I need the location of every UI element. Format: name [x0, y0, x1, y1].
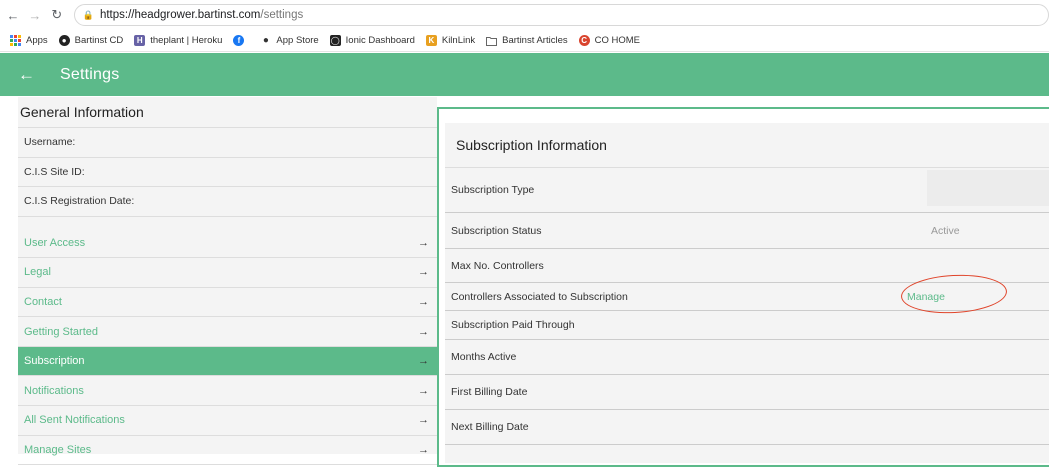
forward-icon[interactable]: →	[26, 6, 44, 24]
sidebar-item-label: User Access	[24, 236, 86, 249]
bookmark-label: Ionic Dashboard	[345, 35, 415, 46]
arrow-right-icon: →	[418, 266, 429, 279]
bookmarks-bar: Apps ● Bartinst CD H theplant | Heroku f…	[0, 30, 1049, 52]
sidebar-item-all-sent-notifications[interactable]: All Sent Notifications →	[18, 406, 437, 436]
sidebar-item-legal[interactable]: Legal →	[18, 258, 437, 288]
bookmark-label: Apps	[26, 35, 48, 46]
bookmark-kilnlink[interactable]: K KilnLink	[425, 35, 476, 46]
bookmark-label: theplant | Heroku	[150, 35, 223, 46]
first-billing-label: First Billing Date	[451, 386, 528, 398]
bookmark-heroku[interactable]: H theplant | Heroku	[134, 35, 222, 46]
sidebar-item-getting-started[interactable]: Getting Started →	[18, 317, 437, 347]
lock-icon: 🔒	[82, 9, 94, 20]
max-controllers-label: Max No. Controllers	[451, 259, 544, 272]
paid-through-row: Subscription Paid Through	[445, 311, 1049, 340]
sidebar-item-subscription[interactable]: Subscription →	[18, 346, 437, 377]
arrow-right-icon: →	[418, 384, 429, 397]
folder-icon	[486, 35, 498, 46]
controllers-associated-label: Controllers Associated to Subscription	[451, 290, 628, 303]
subscription-type-label: Subscription Type	[451, 184, 535, 196]
nav-gap	[18, 217, 437, 229]
kilnlink-icon: K	[425, 35, 437, 46]
username-field: Username:	[18, 128, 437, 158]
arrow-right-icon: →	[418, 295, 429, 308]
bookmark-bartinst-articles[interactable]: Bartinst Articles	[486, 35, 568, 46]
facebook-icon: f	[233, 35, 245, 46]
sidebar-item-label: Subscription	[24, 355, 85, 368]
reload-icon[interactable]: ↻	[48, 6, 66, 24]
co-home-icon: C	[578, 35, 590, 46]
general-information-title: General Information	[18, 97, 437, 128]
sidebar-item-notifications[interactable]: Notifications →	[18, 376, 437, 407]
subscription-information-title: Subscription Information	[445, 123, 1049, 168]
months-active-row: Months Active	[445, 340, 1049, 375]
sidebar-item-label: Notifications	[24, 384, 84, 397]
bartinst-logo-icon: ●	[58, 35, 70, 46]
next-billing-row: Next Billing Date	[445, 410, 1049, 445]
back-icon[interactable]: ←	[4, 6, 22, 24]
bookmark-apps[interactable]: Apps	[10, 35, 48, 46]
page-title: Settings	[60, 65, 120, 83]
bookmark-label: Bartinst Articles	[502, 35, 568, 46]
bookmark-label: CO HOME	[594, 35, 640, 46]
bookmark-label: Bartinst CD	[74, 35, 124, 46]
controllers-associated-row: Controllers Associated to Subscription M…	[445, 272, 1049, 316]
sidebar-item-label: Manage Sites	[24, 443, 92, 456]
cis-registration-date-field: C.I.S Registration Date:	[18, 187, 437, 217]
next-billing-label: Next Billing Date	[451, 421, 529, 433]
heroku-icon: H	[134, 35, 146, 46]
sidebar-item-label: Getting Started	[24, 325, 98, 338]
subscription-card: Subscription Information Subscription Ty…	[445, 123, 1049, 463]
subscription-type-select[interactable]	[927, 170, 1049, 206]
bookmark-facebook[interactable]: f	[233, 35, 249, 46]
bookmark-label: App Store	[276, 35, 319, 46]
bookmark-ionic[interactable]: ◯ Ionic Dashboard	[329, 35, 415, 46]
ionic-icon: ◯	[329, 35, 341, 46]
address-bar[interactable]: 🔒 https://headgrower.bartinst.com/settin…	[73, 4, 1049, 26]
bookmark-bartinst-cd[interactable]: ● Bartinst CD	[58, 35, 124, 46]
url-path: /settings	[260, 9, 304, 21]
arrow-right-icon: →	[418, 236, 429, 249]
subscription-status-value: Active	[931, 224, 960, 237]
subscription-status-label: Subscription Status	[451, 224, 542, 237]
subscription-type-row: Subscription Type	[445, 168, 1049, 213]
subscription-panel: Subscription Information Subscription Ty…	[437, 107, 1049, 467]
sidebar-item-manage-sites[interactable]: Manage Sites →	[18, 436, 437, 466]
first-billing-row: First Billing Date	[445, 375, 1049, 410]
cis-site-id-field: C.I.S Site ID:	[18, 158, 437, 187]
sidebar-item-label: Legal	[24, 266, 51, 279]
apple-icon: ●	[262, 35, 269, 46]
apps-grid-icon	[10, 35, 21, 46]
app-header: ← Settings	[0, 53, 1049, 96]
arrow-right-icon: →	[418, 325, 429, 338]
sidebar-item-user-access[interactable]: User Access →	[18, 229, 437, 259]
arrow-right-icon: →	[418, 443, 429, 456]
browser-toolbar: ← → ↻ 🔒 https://headgrower.bartinst.com /…	[0, 0, 1049, 30]
paid-through-label: Subscription Paid Through	[451, 319, 575, 331]
sidebar-item-label: Contact	[24, 295, 62, 308]
arrow-right-icon: →	[418, 414, 429, 427]
arrow-right-icon: →	[418, 355, 429, 368]
bookmark-label: KilnLink	[441, 35, 476, 46]
sidebar-item-label: All Sent Notifications	[24, 414, 125, 427]
bookmark-app-store[interactable]: ● App Store	[260, 35, 319, 46]
sidebar-item-contact[interactable]: Contact →	[18, 288, 437, 318]
url-host: https://headgrower.bartinst.com	[99, 9, 261, 21]
back-arrow-icon[interactable]: ←	[18, 65, 38, 85]
months-active-label: Months Active	[451, 351, 517, 363]
bookmark-co-home[interactable]: C CO HOME	[578, 35, 640, 46]
settings-sidebar: General Information Username: C.I.S Site…	[18, 97, 437, 466]
subscription-status-row: Subscription Status Active	[445, 213, 1049, 249]
